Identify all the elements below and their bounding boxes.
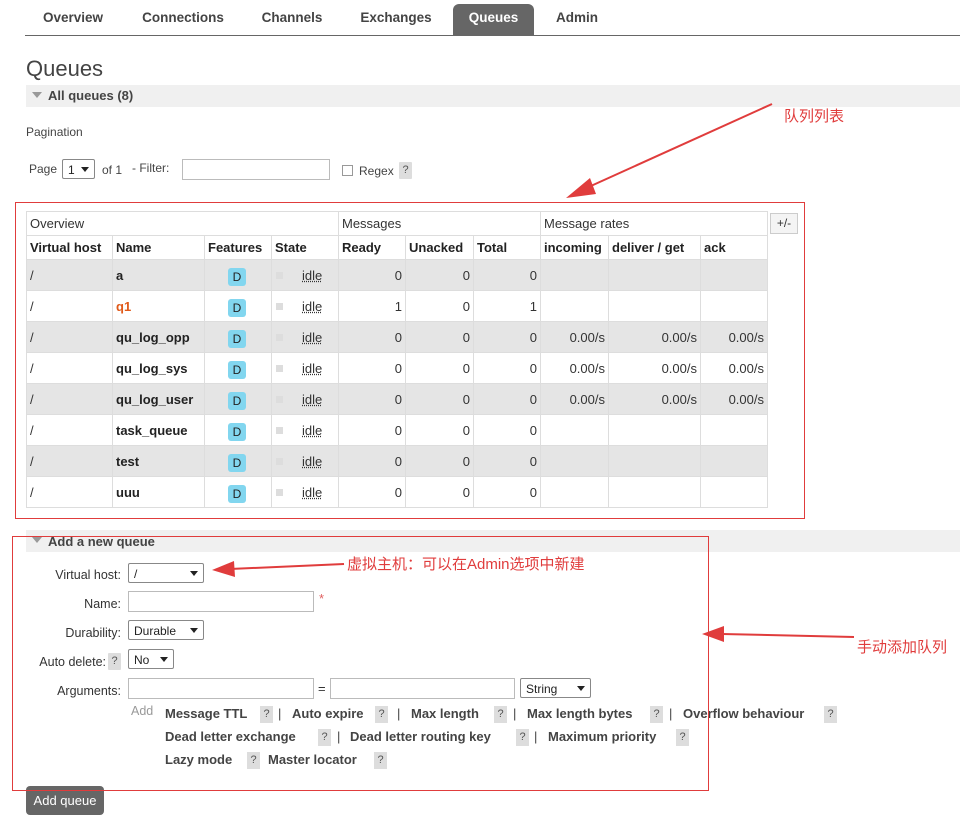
- annotation-queue-list: 队列列表: [784, 108, 845, 125]
- filter-input[interactable]: [182, 159, 330, 180]
- help-icon[interactable]: ?: [824, 706, 837, 723]
- tab-exchanges[interactable]: Exchanges: [345, 4, 447, 35]
- annotation-box-add-queue: [12, 536, 709, 791]
- regex-help-icon[interactable]: ?: [399, 162, 412, 179]
- regex-checkbox[interactable]: [342, 165, 353, 176]
- collapse-triangle-icon: [32, 92, 42, 98]
- pagination-label: Pagination: [26, 125, 83, 139]
- page-of-label: of 1: [102, 163, 123, 177]
- filter-label: - Filter:: [132, 161, 170, 175]
- page-label: Page: [29, 162, 58, 176]
- all-queues-label: All queues (8): [48, 88, 134, 103]
- page-select[interactable]: 1: [62, 159, 95, 179]
- annotation-box-queue-list: [15, 202, 805, 519]
- dropdown-arrow-icon: [81, 167, 89, 172]
- tab-admin[interactable]: Admin: [540, 4, 614, 35]
- annotation-arrow-icon: [566, 103, 773, 198]
- annotation-arrow-icon: [702, 626, 855, 642]
- tab-channels[interactable]: Channels: [246, 4, 338, 35]
- tab-overview[interactable]: Overview: [25, 4, 121, 35]
- all-queues-section-toggle[interactable]: All queues (8): [26, 85, 960, 107]
- annotation-arrow-icon: [212, 561, 345, 577]
- top-nav: Overview Connections Channels Exchanges …: [25, 4, 960, 36]
- page-title: Queues: [26, 56, 104, 81]
- annotation-manual-add: 手动添加队列: [857, 639, 948, 656]
- tab-queues[interactable]: Queues: [453, 4, 534, 35]
- annotation-virtual-host: 虚拟主机：可以在Admin选项中新建: [347, 556, 585, 573]
- tab-connections[interactable]: Connections: [127, 4, 239, 35]
- page-select-value: 1: [68, 163, 75, 177]
- regex-label: Regex: [359, 164, 394, 178]
